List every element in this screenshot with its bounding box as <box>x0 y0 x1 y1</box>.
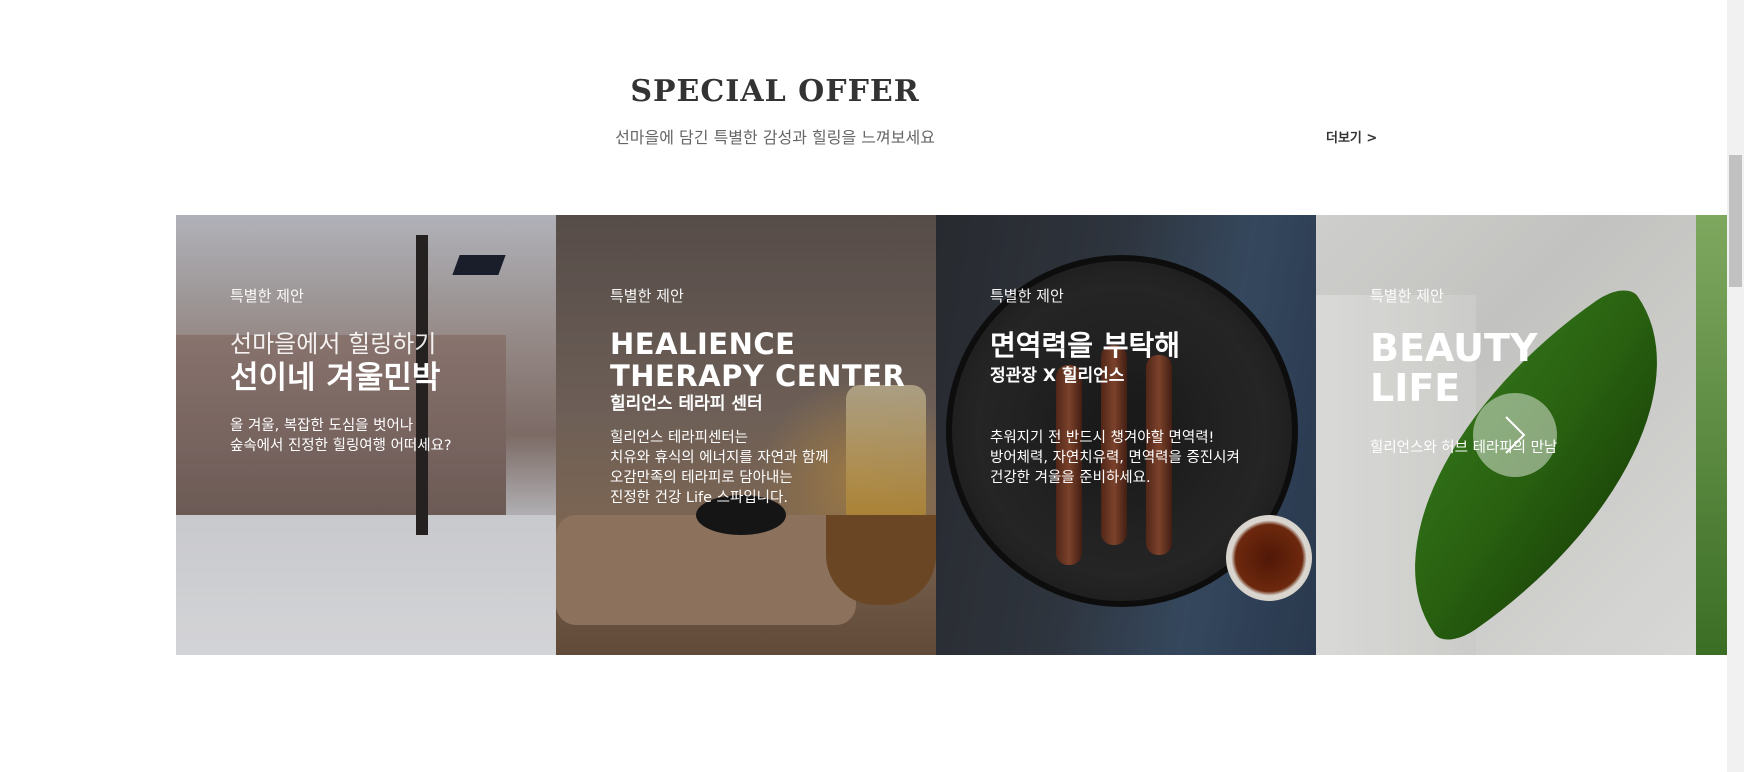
card-subtitle: 힐리언스 테라피 센터 <box>610 394 763 414</box>
card-subtitle: 정관장 X 힐리언스 <box>990 366 1125 386</box>
card-description: 올 겨울, 복잡한 도심을 벗어나 숲속에서 진정한 힐링여행 어떠세요? <box>230 418 452 454</box>
card-title-light: 선마을에서 힐링하기 <box>230 330 437 358</box>
offer-card-therapy-center[interactable]: 특별한 제안 HEALIENCE THERAPY CENTER 힐리언스 테라피… <box>556 215 936 655</box>
card-title-line1: BEAUTY <box>1370 326 1538 370</box>
card-tag: 특별한 제안 <box>1370 287 1444 305</box>
card-tag: 특별한 제안 <box>610 287 684 305</box>
card-tag: 특별한 제안 <box>990 287 1064 305</box>
page-scrollbar[interactable] <box>1727 0 1744 772</box>
more-link[interactable]: 더보기 > <box>1326 127 1377 146</box>
section-title: SPECIAL OFFER <box>630 74 920 109</box>
card-description: 힐리언스 테라피센터는 치유와 휴식의 에너지를 자연과 함께 오감만족의 테라… <box>610 430 829 506</box>
card-title-line2: THERAPY CENTER <box>610 359 906 393</box>
offer-card-partial[interactable] <box>1696 215 1728 655</box>
card-title-line1: HEALIENCE <box>610 327 796 361</box>
scrollbar-thumb[interactable] <box>1729 155 1742 287</box>
card-image <box>1696 215 1728 655</box>
chevron-right-icon <box>1505 416 1526 454</box>
card-tag: 특별한 제안 <box>230 287 304 305</box>
card-description: 추워지기 전 반드시 챙겨야할 면역력! 방어체력, 자연치유력, 면역력을 증… <box>990 430 1240 486</box>
section-subtitle: 선마을에 담긴 특별한 감성과 힐링을 느껴보세요 <box>615 128 935 147</box>
slider-next-button[interactable] <box>1473 393 1557 477</box>
offer-card-immunity[interactable]: 특별한 제안 면역력을 부탁해 정관장 X 힐리언스 추워지기 전 반드시 챙겨… <box>936 215 1316 655</box>
card-title: 선이네 겨울민박 <box>230 360 441 396</box>
card-title: 면역력을 부탁해 <box>990 329 1181 362</box>
offer-card-winter-stay[interactable]: 특별한 제안 선마을에서 힐링하기 선이네 겨울민박 올 겨울, 복잡한 도심을… <box>176 215 556 655</box>
